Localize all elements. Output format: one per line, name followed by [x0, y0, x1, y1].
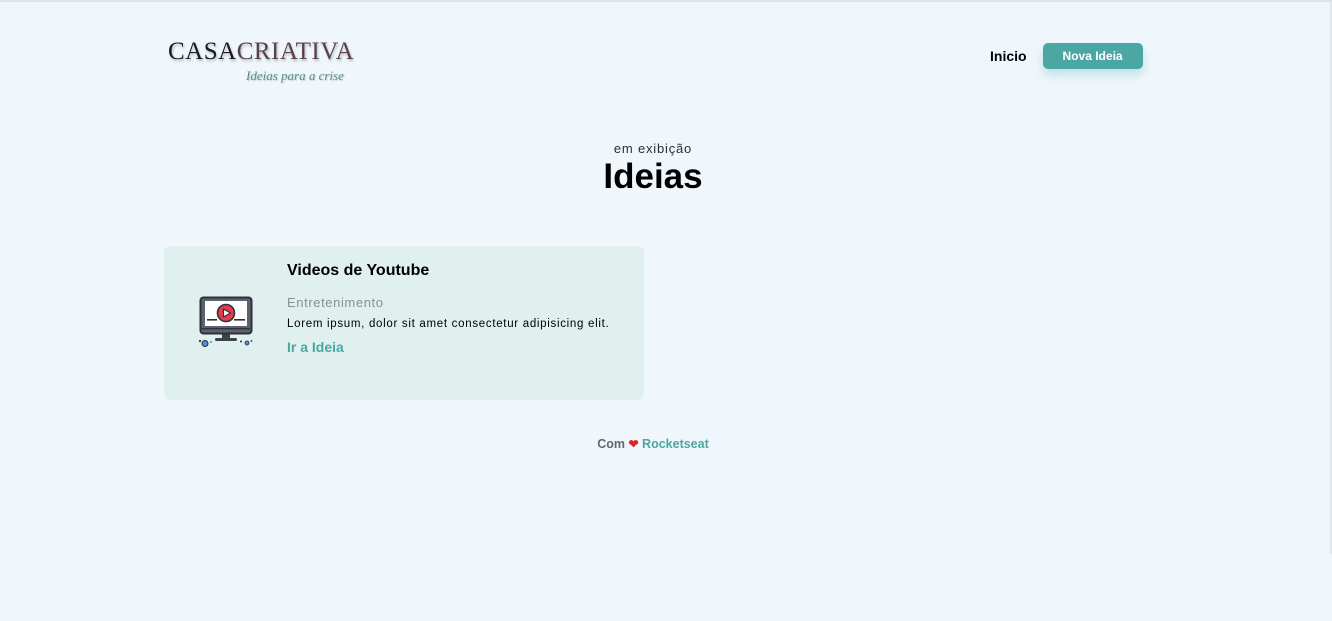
- section-title: Ideias: [603, 157, 703, 196]
- logo-tagline: Ideias para a crise: [246, 68, 344, 83]
- new-idea-button[interactable]: Nova Ideia: [1042, 43, 1143, 69]
- youtube-monitor-icon: [198, 295, 254, 351]
- nav-home-link[interactable]: Inicio: [990, 48, 1027, 64]
- main-nav: Inicio Nova Ideia: [990, 43, 1143, 69]
- idea-description: Lorem ipsum, dolor sit amet consectetur …: [287, 318, 610, 330]
- ideas-section-header: em exibição Ideias: [0, 141, 1306, 197]
- window-top-border: [0, 0, 1332, 2]
- logo-text-criativa: CRIATIVA: [236, 38, 355, 65]
- footer-prefix: Com: [597, 437, 626, 451]
- rocketseat-link[interactable]: Rocketseat: [642, 437, 709, 451]
- logo[interactable]: CASACRIATIVA Ideias para a crise: [168, 38, 368, 92]
- logo-text-casa: CASA: [168, 38, 237, 65]
- idea-card: Videos de Youtube Entretenimento Lorem i…: [164, 246, 644, 400]
- page-footer: Com ❤ Rocketseat: [0, 437, 1306, 451]
- go-to-idea-link[interactable]: Ir a Ideia: [287, 339, 344, 355]
- section-subtitle: em exibição: [613, 141, 693, 156]
- idea-card-content: Videos de Youtube Entretenimento Lorem i…: [287, 261, 617, 356]
- heart-icon: ❤: [628, 437, 639, 451]
- logo-wordmark: CASACRIATIVA: [168, 38, 354, 66]
- idea-category: Entretenimento: [287, 295, 384, 310]
- idea-title: Videos de Youtube: [287, 262, 430, 279]
